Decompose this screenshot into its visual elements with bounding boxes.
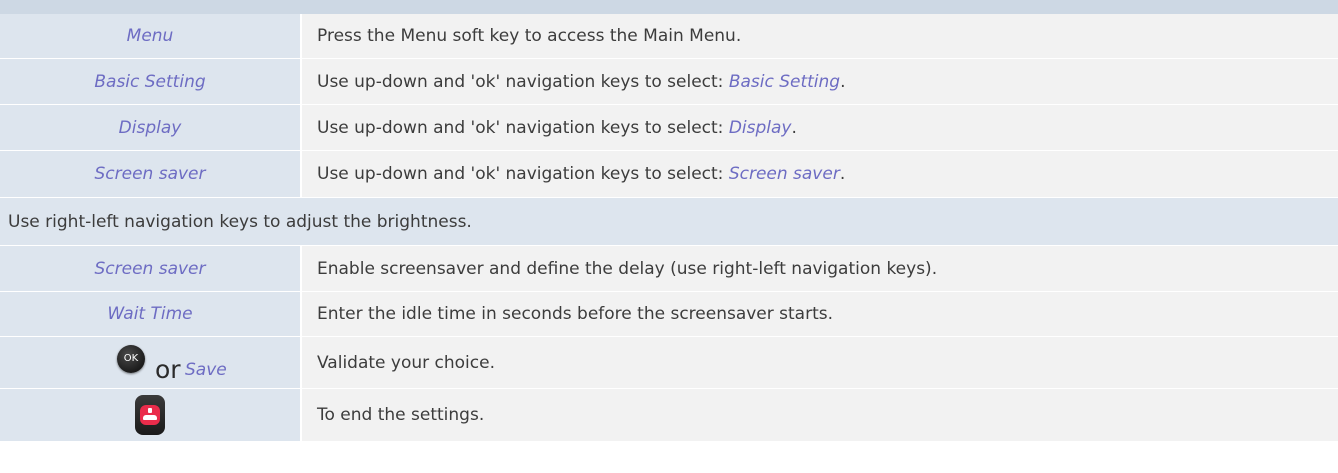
description-text: Use up-down and 'ok' navigation keys to …: [317, 71, 729, 92]
or-connector: or: [155, 355, 181, 384]
description-punctuation: .: [791, 117, 797, 138]
step-key-wait-time: Wait Time: [0, 291, 302, 337]
step-key-screen-saver-option: Screen saver: [0, 245, 302, 292]
table-row: Basic Setting Use up-down and 'ok' navig…: [0, 58, 1338, 105]
description-text: Use up-down and 'ok' navigation keys to …: [317, 117, 729, 138]
table-row: To end the settings.: [0, 388, 1338, 442]
menu-item-reference: Display: [728, 117, 792, 138]
step-description: Press the Menu soft key to access the Ma…: [301, 14, 1338, 59]
menu-item-reference: Screen saver: [728, 164, 840, 184]
step-description: Use up-down and 'ok' navigation keys to …: [301, 150, 1338, 198]
step-key-validate: OK or Save: [0, 336, 302, 389]
section-header-band: [0, 0, 1338, 14]
description-text: Use up-down and 'ok' navigation keys to …: [317, 164, 729, 184]
step-key-screen-saver: Screen saver: [0, 150, 302, 198]
description-punctuation: .: [839, 164, 846, 184]
end-call-key-icon: [135, 395, 165, 435]
procedure-steps-table: Menu Press the Menu soft key to access t…: [0, 14, 1338, 442]
step-description: Use up-down and 'ok' navigation keys to …: [301, 58, 1338, 105]
table-row: OK or Save Validate your choice.: [0, 336, 1338, 389]
description-punctuation: .: [840, 71, 846, 92]
step-key-display: Display: [0, 104, 302, 151]
table-row: Screen saver Enable screensaver and defi…: [0, 245, 1338, 292]
step-key-end: [0, 388, 302, 442]
step-description: Enter the idle time in seconds before th…: [301, 291, 1338, 337]
save-softkey-label: Save: [185, 360, 227, 380]
brightness-instruction: Use right-left navigation keys to adjust…: [0, 197, 1338, 246]
step-description: Use up-down and 'ok' navigation keys to …: [301, 104, 1338, 151]
step-key-basic-setting: Basic Setting: [0, 58, 302, 105]
table-row: Menu Press the Menu soft key to access t…: [0, 14, 1338, 59]
step-key-menu: Menu: [0, 14, 302, 59]
table-row: Screen saver Use up-down and 'ok' naviga…: [0, 150, 1338, 198]
step-description: Validate your choice.: [301, 336, 1338, 389]
step-description: To end the settings.: [301, 388, 1338, 442]
procedure-document: Menu Press the Menu soft key to access t…: [0, 0, 1338, 473]
ok-key-icon: OK: [117, 345, 145, 373]
step-description: Enable screensaver and define the delay …: [301, 245, 1338, 292]
menu-item-reference: Basic Setting: [728, 71, 841, 92]
table-row: Wait Time Enter the idle time in seconds…: [0, 291, 1338, 337]
table-row: Display Use up-down and 'ok' navigation …: [0, 104, 1338, 151]
table-row: Use right-left navigation keys to adjust…: [0, 197, 1338, 246]
